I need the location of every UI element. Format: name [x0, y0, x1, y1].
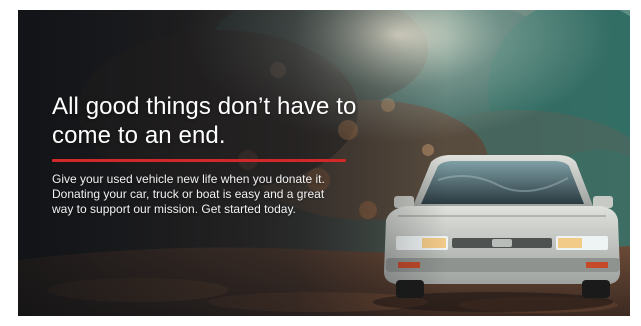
- red-divider: [52, 159, 346, 162]
- banner-content: All good things don’t have to come to an…: [52, 92, 362, 217]
- banner-headline: All good things don’t have to come to an…: [52, 93, 357, 149]
- page: All good things don’t have to come to an…: [0, 0, 641, 326]
- banner-body-text: Give your used vehicle new life when you…: [52, 172, 325, 216]
- donation-banner[interactable]: All good things don’t have to come to an…: [18, 10, 630, 316]
